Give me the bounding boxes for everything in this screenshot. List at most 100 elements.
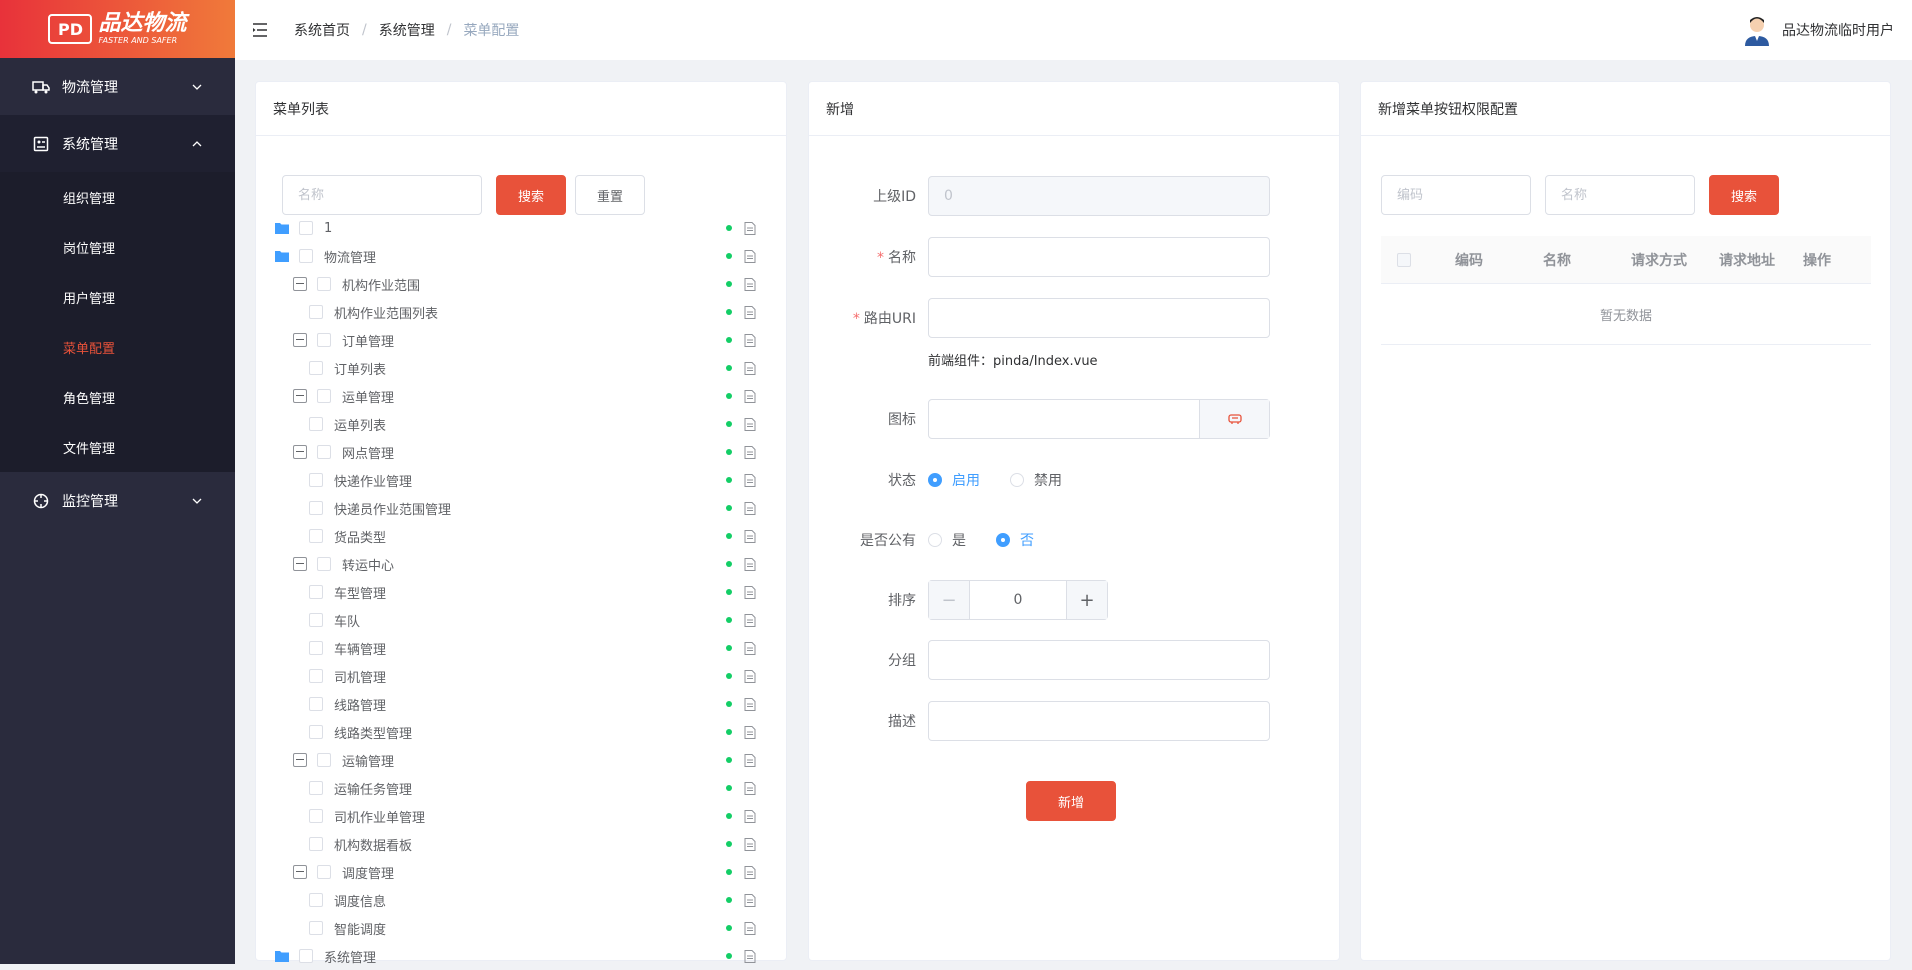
tree-node-checkbox[interactable] (309, 809, 323, 823)
tree-node[interactable]: 系统管理 (275, 942, 775, 970)
tree-node-checkbox[interactable] (309, 417, 323, 431)
sidebar-subitem-menu[interactable]: 菜单配置 (0, 322, 235, 372)
collapse-toggle-icon[interactable] (293, 557, 307, 571)
tree-node[interactable]: 网点管理 (275, 438, 775, 466)
menu-reset-button[interactable]: 重置 (575, 175, 645, 215)
collapse-toggle-icon[interactable] (293, 277, 307, 291)
tree-node-checkbox[interactable] (317, 333, 331, 347)
tree-node-checkbox[interactable] (317, 865, 331, 879)
tree-node[interactable]: 1 (275, 214, 775, 242)
sidebar-subitem-role[interactable]: 角色管理 (0, 372, 235, 422)
tree-node[interactable]: 快递员作业范围管理 (275, 494, 775, 522)
tree-node[interactable]: 线路管理 (275, 690, 775, 718)
menu-toggle-icon[interactable] (252, 22, 270, 38)
tree-node-checkbox[interactable] (309, 305, 323, 319)
tree-node[interactable]: 运单管理 (275, 382, 775, 410)
tree-node[interactable]: 货品类型 (275, 522, 775, 550)
collapse-toggle-icon[interactable] (293, 753, 307, 767)
status-enabled-radio[interactable]: 启用 (928, 470, 980, 490)
tree-node[interactable]: 司机管理 (275, 662, 775, 690)
group-field[interactable] (928, 640, 1270, 680)
tree-node[interactable]: 司机作业单管理 (275, 802, 775, 830)
sidebar-item-logistics[interactable]: 物流管理 (0, 58, 235, 115)
tree-node-checkbox[interactable] (317, 557, 331, 571)
status-disabled-radio[interactable]: 禁用 (1010, 470, 1062, 490)
tree-node[interactable]: 机构作业范围 (275, 270, 775, 298)
tree-node-checkbox[interactable] (309, 585, 323, 599)
tree-node[interactable]: 快递作业管理 (275, 466, 775, 494)
public-yes-radio[interactable]: 是 (928, 530, 966, 550)
sort-increment-button[interactable]: + (1067, 581, 1107, 619)
collapse-toggle-icon[interactable] (293, 389, 307, 403)
tree-node-checkbox[interactable] (309, 893, 323, 907)
icon-picker-button[interactable] (1199, 400, 1269, 438)
tree-node[interactable]: 订单列表 (275, 354, 775, 382)
tree-node-checkbox[interactable] (309, 781, 323, 795)
desc-field[interactable] (928, 701, 1270, 741)
sidebar-item-monitor[interactable]: 监控管理 (0, 472, 235, 529)
tree-node[interactable]: 运输管理 (275, 746, 775, 774)
tree-node-checkbox[interactable] (317, 389, 331, 403)
public-no-radio[interactable]: 否 (996, 530, 1034, 550)
collapse-toggle-icon[interactable] (293, 333, 307, 347)
tree-node[interactable]: 调度信息 (275, 886, 775, 914)
tree-node-checkbox[interactable] (309, 921, 323, 935)
tree-node[interactable]: 转运中心 (275, 550, 775, 578)
folder-icon[interactable] (275, 222, 289, 234)
collapse-toggle-icon[interactable] (293, 865, 307, 879)
logo[interactable]: PD 品达物流 FASTER AND SAFER (0, 0, 235, 58)
tree-node[interactable]: 车辆管理 (275, 634, 775, 662)
user-menu[interactable]: 品达物流临时用户 (1742, 14, 1894, 46)
sidebar-subitem-post[interactable]: 岗位管理 (0, 222, 235, 272)
tree-node-checkbox[interactable] (309, 529, 323, 543)
tree-node-checkbox[interactable] (299, 949, 313, 963)
tree-node[interactable]: 机构作业范围列表 (275, 298, 775, 326)
sort-decrement-button[interactable]: − (929, 581, 969, 619)
sidebar-subitem-file[interactable]: 文件管理 (0, 422, 235, 472)
sidebar-subitem-org[interactable]: 组织管理 (0, 172, 235, 222)
tree-node-checkbox[interactable] (309, 641, 323, 655)
tree-node[interactable]: 调度管理 (275, 858, 775, 886)
tree-node-checkbox[interactable] (317, 277, 331, 291)
perm-name-input[interactable] (1545, 175, 1695, 215)
tree-node[interactable]: 机构数据看板 (275, 830, 775, 858)
tree-node[interactable]: 订单管理 (275, 326, 775, 354)
tree-node[interactable]: 物流管理 (275, 242, 775, 270)
sidebar-subitem-user[interactable]: 用户管理 (0, 272, 235, 322)
tree-node[interactable]: 车型管理 (275, 578, 775, 606)
sort-value[interactable]: 0 (969, 581, 1067, 619)
submit-add-button[interactable]: 新增 (1026, 781, 1116, 821)
name-field[interactable] (928, 237, 1270, 277)
sort-stepper[interactable]: − 0 + (928, 580, 1108, 620)
tree-node-checkbox[interactable] (317, 445, 331, 459)
tree-node-checkbox[interactable] (309, 501, 323, 515)
perm-code-input[interactable] (1381, 175, 1531, 215)
perm-search-button[interactable]: 搜索 (1709, 175, 1779, 215)
tree-node-checkbox[interactable] (309, 613, 323, 627)
tree-node[interactable]: 运输任务管理 (275, 774, 775, 802)
tree-node-checkbox[interactable] (309, 725, 323, 739)
tree-node-checkbox[interactable] (309, 473, 323, 487)
menu-search-button[interactable]: 搜索 (496, 175, 566, 215)
route-field[interactable] (928, 298, 1270, 338)
tree-node-checkbox[interactable] (309, 837, 323, 851)
tree-node[interactable]: 车队 (275, 606, 775, 634)
folder-icon[interactable] (275, 250, 289, 262)
tree-node-checkbox[interactable] (317, 753, 331, 767)
tree-node-checkbox[interactable] (309, 361, 323, 375)
menu-search-input[interactable] (282, 175, 482, 215)
select-all-checkbox[interactable] (1397, 252, 1411, 267)
icon-field[interactable] (928, 399, 1270, 439)
tree-node-checkbox[interactable] (309, 669, 323, 683)
tree-node-checkbox[interactable] (299, 221, 313, 235)
tree-node[interactable]: 运单列表 (275, 410, 775, 438)
collapse-toggle-icon[interactable] (293, 445, 307, 459)
folder-icon[interactable] (275, 950, 289, 962)
tree-node-checkbox[interactable] (309, 697, 323, 711)
tree-node[interactable]: 智能调度 (275, 914, 775, 942)
tree-node[interactable]: 线路类型管理 (275, 718, 775, 746)
breadcrumb-home[interactable]: 系统首页 (294, 20, 350, 40)
sidebar-item-system[interactable]: 系统管理 (0, 115, 235, 172)
tree-node-checkbox[interactable] (299, 249, 313, 263)
breadcrumb-system[interactable]: 系统管理 (379, 20, 435, 40)
